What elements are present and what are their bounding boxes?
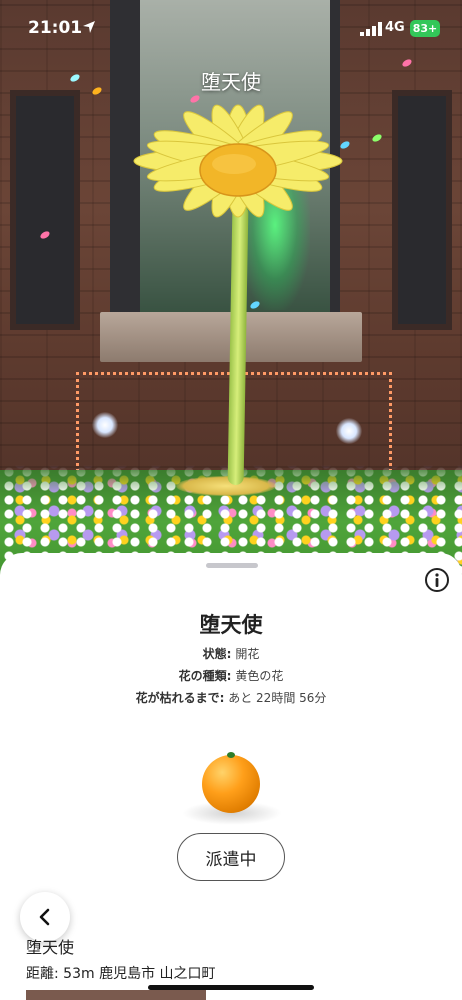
flower-detail-sheet: 堕天使 状態: 開花 花の種類: 黄色の花 花が枯れるまで: あと 22時間 5… (0, 553, 462, 1000)
wither-time-value: あと 22時間 56分 (228, 691, 327, 705)
status-row: 状態: 開花 (0, 645, 462, 662)
chevron-left-icon (39, 908, 50, 926)
flower-name-title: 堕天使 (199, 613, 263, 637)
status-bar: 21:01 4G 83+ (0, 14, 462, 44)
info-circle-icon[interactable] (424, 567, 450, 593)
flower-type-label: 花の種類: (178, 669, 232, 683)
flower-type-value: 黄色の花 (235, 669, 284, 683)
flower-type-row: 花の種類: 黄色の花 (0, 667, 462, 684)
cellular-signal-icon (360, 22, 382, 36)
home-indicator[interactable] (148, 985, 314, 990)
church-window-left (10, 90, 80, 330)
ar-camera-view[interactable]: 堕天使 (0, 0, 462, 600)
status-label: 状態: (202, 647, 232, 661)
fruit-stem (227, 752, 235, 758)
network-type: 4G (385, 20, 405, 35)
dispatch-status-button[interactable]: 派遣中 (177, 833, 285, 881)
battery-indicator: 83+ (410, 20, 440, 37)
location-name: 堕天使 (26, 938, 75, 957)
status-time: 21:01 (28, 18, 83, 38)
location-distance: 距離: 53m 鹿児島市 山之口町 (26, 966, 216, 982)
lamp-right (336, 418, 362, 444)
sheet-drag-handle[interactable] (206, 563, 258, 568)
location-arrow-icon (83, 21, 95, 33)
lamp-left (92, 412, 118, 438)
flower-base (176, 476, 276, 496)
orange-fruit-icon (202, 755, 260, 813)
wither-time-row: 花が枯れるまで: あと 22時間 56分 (0, 689, 462, 706)
church-window-right (392, 90, 452, 330)
location-photo-thumbnail[interactable] (26, 990, 206, 1000)
daisy-flower[interactable] (126, 96, 350, 226)
wither-time-label: 花が枯れるまで: (135, 691, 225, 705)
status-value: 開花 (235, 647, 260, 661)
ar-flower-label: 堕天使 (201, 70, 261, 94)
